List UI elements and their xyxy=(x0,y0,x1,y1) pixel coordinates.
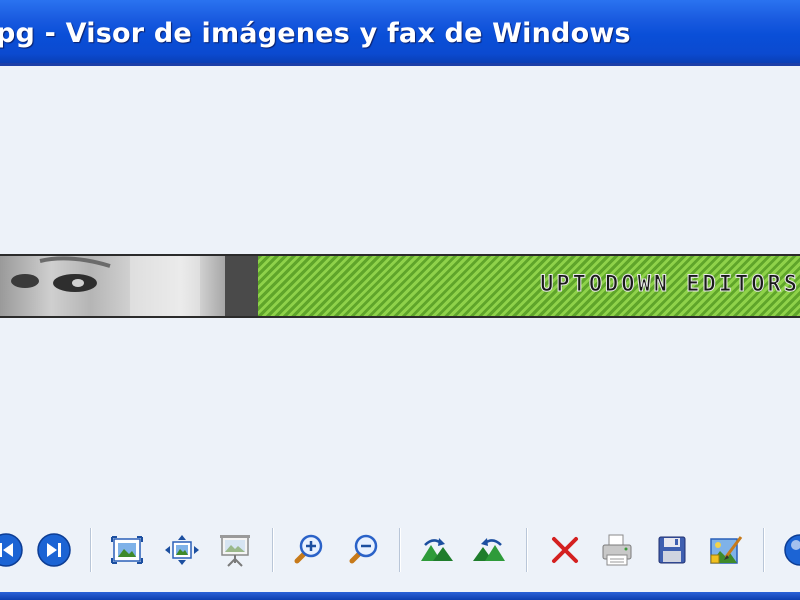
delete-button[interactable] xyxy=(545,530,585,570)
best-fit-icon xyxy=(111,536,143,564)
actual-size-icon xyxy=(165,535,199,565)
previous-arrow-icon xyxy=(0,533,23,567)
window-bottom-border xyxy=(0,592,800,600)
edit-image-icon xyxy=(710,536,743,564)
delete-icon xyxy=(552,537,578,563)
toolbar-separator xyxy=(90,528,92,572)
save-button[interactable] xyxy=(652,530,692,570)
banner-photo-art xyxy=(11,256,258,316)
toolbar-separator xyxy=(526,528,528,572)
help-icon xyxy=(784,534,800,566)
next-arrow-icon xyxy=(37,533,71,567)
zoom-in-button[interactable] xyxy=(288,530,328,570)
zoom-out-icon xyxy=(349,534,378,564)
toolbar xyxy=(0,516,800,592)
slideshow-icon xyxy=(220,535,250,567)
actual-size-button[interactable] xyxy=(162,530,202,570)
zoom-in-icon xyxy=(294,534,323,564)
slideshow-button[interactable] xyxy=(215,530,255,570)
banner-text: UPTODOWN EDITORS xyxy=(540,272,800,298)
toolbar-separator xyxy=(399,528,401,572)
rotate-clockwise-button[interactable] xyxy=(417,530,457,570)
rotate-counterclockwise-button[interactable] xyxy=(469,530,509,570)
best-fit-button[interactable] xyxy=(107,530,147,570)
title-bar[interactable]: pg - Visor de imágenes y fax de Windows xyxy=(0,0,800,66)
help-button[interactable] xyxy=(780,530,800,570)
next-image-button[interactable] xyxy=(34,530,74,570)
window-title: pg - Visor de imágenes y fax de Windows xyxy=(0,18,631,49)
banner-photo xyxy=(0,256,258,316)
toolbar-separator xyxy=(272,528,274,572)
zoom-out-button[interactable] xyxy=(343,530,383,570)
toolbar-separator xyxy=(763,528,765,572)
previous-image-button[interactable] xyxy=(0,530,26,570)
edit-button[interactable] xyxy=(706,530,746,570)
rotate-clockwise-icon xyxy=(421,538,453,561)
displayed-image: UPTODOWN EDITORS xyxy=(0,254,800,318)
save-icon xyxy=(658,536,686,564)
image-viewer-area: UPTODOWN EDITORS xyxy=(0,66,800,516)
print-button[interactable] xyxy=(597,530,637,570)
print-icon xyxy=(602,534,632,566)
rotate-counterclockwise-icon xyxy=(473,538,505,561)
